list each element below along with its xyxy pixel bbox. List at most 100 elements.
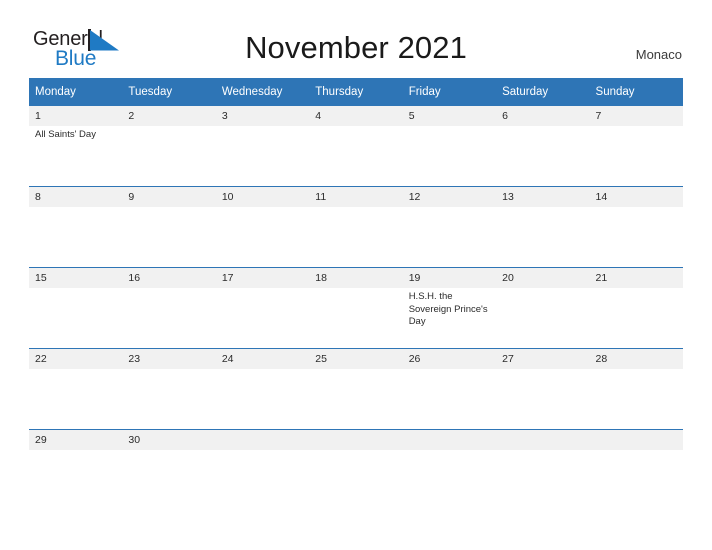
day-cell[interactable]: 25 <box>309 348 403 430</box>
day-cell[interactable]: 16 <box>122 267 216 349</box>
day-event <box>216 288 309 291</box>
day-cell[interactable]: 11 <box>309 186 403 268</box>
week-row: 15 16 17 18 19 H.S.H. the Sovereign Princ… <box>29 267 683 349</box>
day-number: 28 <box>589 349 683 369</box>
day-number <box>496 430 590 450</box>
day-event <box>309 369 402 372</box>
day-number: 3 <box>215 106 310 126</box>
day-event <box>590 450 683 453</box>
weekday-header-sunday: Sunday <box>589 78 683 106</box>
day-event <box>496 288 589 291</box>
day-number: 20 <box>496 268 590 288</box>
day-cell[interactable]: 5 <box>402 106 497 187</box>
day-number: 5 <box>402 106 497 126</box>
locale-label: Monaco <box>635 47 682 62</box>
day-cell[interactable]: 8 <box>29 186 123 268</box>
day-number: 21 <box>589 268 683 288</box>
day-cell[interactable]: 3 <box>215 106 310 187</box>
day-number: 14 <box>589 187 683 207</box>
day-number <box>215 430 310 450</box>
day-event <box>309 288 402 291</box>
day-number: 16 <box>122 268 216 288</box>
day-event: All Saints' Day <box>35 129 96 140</box>
day-cell[interactable]: 20 <box>496 267 590 349</box>
calendar-body: 1 All Saints' Day 2 3 4 5 6 7 8 9 10 11 1… <box>29 106 683 510</box>
day-number: 23 <box>122 349 216 369</box>
day-cell[interactable]: 2 <box>122 106 216 187</box>
day-number: 12 <box>402 187 497 207</box>
day-event <box>309 207 402 210</box>
day-number: 29 <box>29 430 123 450</box>
day-event <box>122 126 215 129</box>
day-cell[interactable]: 9 <box>122 186 216 268</box>
day-number: 4 <box>309 106 403 126</box>
day-cell[interactable]: 15 <box>29 267 123 349</box>
day-event <box>122 207 215 210</box>
day-cell[interactable]: 30 <box>122 429 216 510</box>
day-number: 22 <box>29 349 123 369</box>
day-number <box>402 430 497 450</box>
day-cell[interactable]: 1 All Saints' Day <box>29 106 123 187</box>
page-title: November 2021 <box>245 30 467 65</box>
day-event <box>309 126 402 129</box>
day-number: 13 <box>496 187 590 207</box>
day-event <box>403 207 496 210</box>
day-number: 30 <box>122 430 216 450</box>
day-cell[interactable]: 27 <box>496 348 590 430</box>
day-cell-empty <box>309 429 403 510</box>
week-row: 1 All Saints' Day 2 3 4 5 6 7 <box>29 106 683 187</box>
day-cell[interactable]: 13 <box>496 186 590 268</box>
day-number: 26 <box>402 349 497 369</box>
day-number: 17 <box>215 268 310 288</box>
weekday-header-wednesday: Wednesday <box>215 78 310 106</box>
day-cell[interactable]: 14 <box>589 186 683 268</box>
day-number: 15 <box>29 268 123 288</box>
month-calendar-table: Monday Tuesday Wednesday Thursday Friday… <box>29 78 683 510</box>
day-cell[interactable]: 17 <box>215 267 310 349</box>
day-event <box>496 207 589 210</box>
day-cell[interactable]: 23 <box>122 348 216 430</box>
day-event <box>29 450 122 453</box>
day-cell[interactable]: 19 H.S.H. the Sovereign Prince's Day <box>402 267 497 349</box>
day-cell[interactable]: 7 <box>589 106 683 187</box>
day-number: 9 <box>122 187 216 207</box>
weekday-header-row: Monday Tuesday Wednesday Thursday Friday… <box>29 78 683 106</box>
day-event <box>403 450 496 453</box>
day-event <box>216 369 309 372</box>
day-event <box>590 288 683 291</box>
week-row: 29 30 <box>29 429 683 510</box>
day-cell-empty <box>402 429 497 510</box>
week-row: 22 23 24 25 26 27 28 <box>29 348 683 430</box>
day-event <box>496 450 589 453</box>
day-event <box>403 369 496 372</box>
calendar-page: General Blue November 2021 Monaco Monday… <box>0 0 712 550</box>
day-event <box>29 369 122 372</box>
day-cell[interactable]: 29 <box>29 429 123 510</box>
day-event <box>122 369 215 372</box>
day-number: 7 <box>589 106 683 126</box>
day-number: 10 <box>215 187 310 207</box>
day-number: 24 <box>215 349 310 369</box>
day-event <box>590 369 683 372</box>
day-number: 18 <box>309 268 403 288</box>
day-cell[interactable]: 26 <box>402 348 497 430</box>
day-number: 8 <box>29 187 123 207</box>
day-event <box>122 450 215 453</box>
day-event <box>29 207 122 210</box>
day-cell[interactable]: 4 <box>309 106 403 187</box>
day-number <box>309 430 403 450</box>
day-cell-empty <box>496 429 590 510</box>
day-cell[interactable]: 6 <box>496 106 590 187</box>
day-event <box>496 126 589 129</box>
day-cell[interactable]: 24 <box>215 348 310 430</box>
day-cell[interactable]: 12 <box>402 186 497 268</box>
day-cell[interactable]: 18 <box>309 267 403 349</box>
weekday-header-friday: Friday <box>402 78 497 106</box>
day-number: 2 <box>122 106 216 126</box>
day-cell[interactable]: 10 <box>215 186 310 268</box>
day-number <box>589 430 683 450</box>
day-cell[interactable]: 22 <box>29 348 123 430</box>
day-number: 6 <box>496 106 590 126</box>
day-cell[interactable]: 28 <box>589 348 683 430</box>
day-cell[interactable]: 21 <box>589 267 683 349</box>
